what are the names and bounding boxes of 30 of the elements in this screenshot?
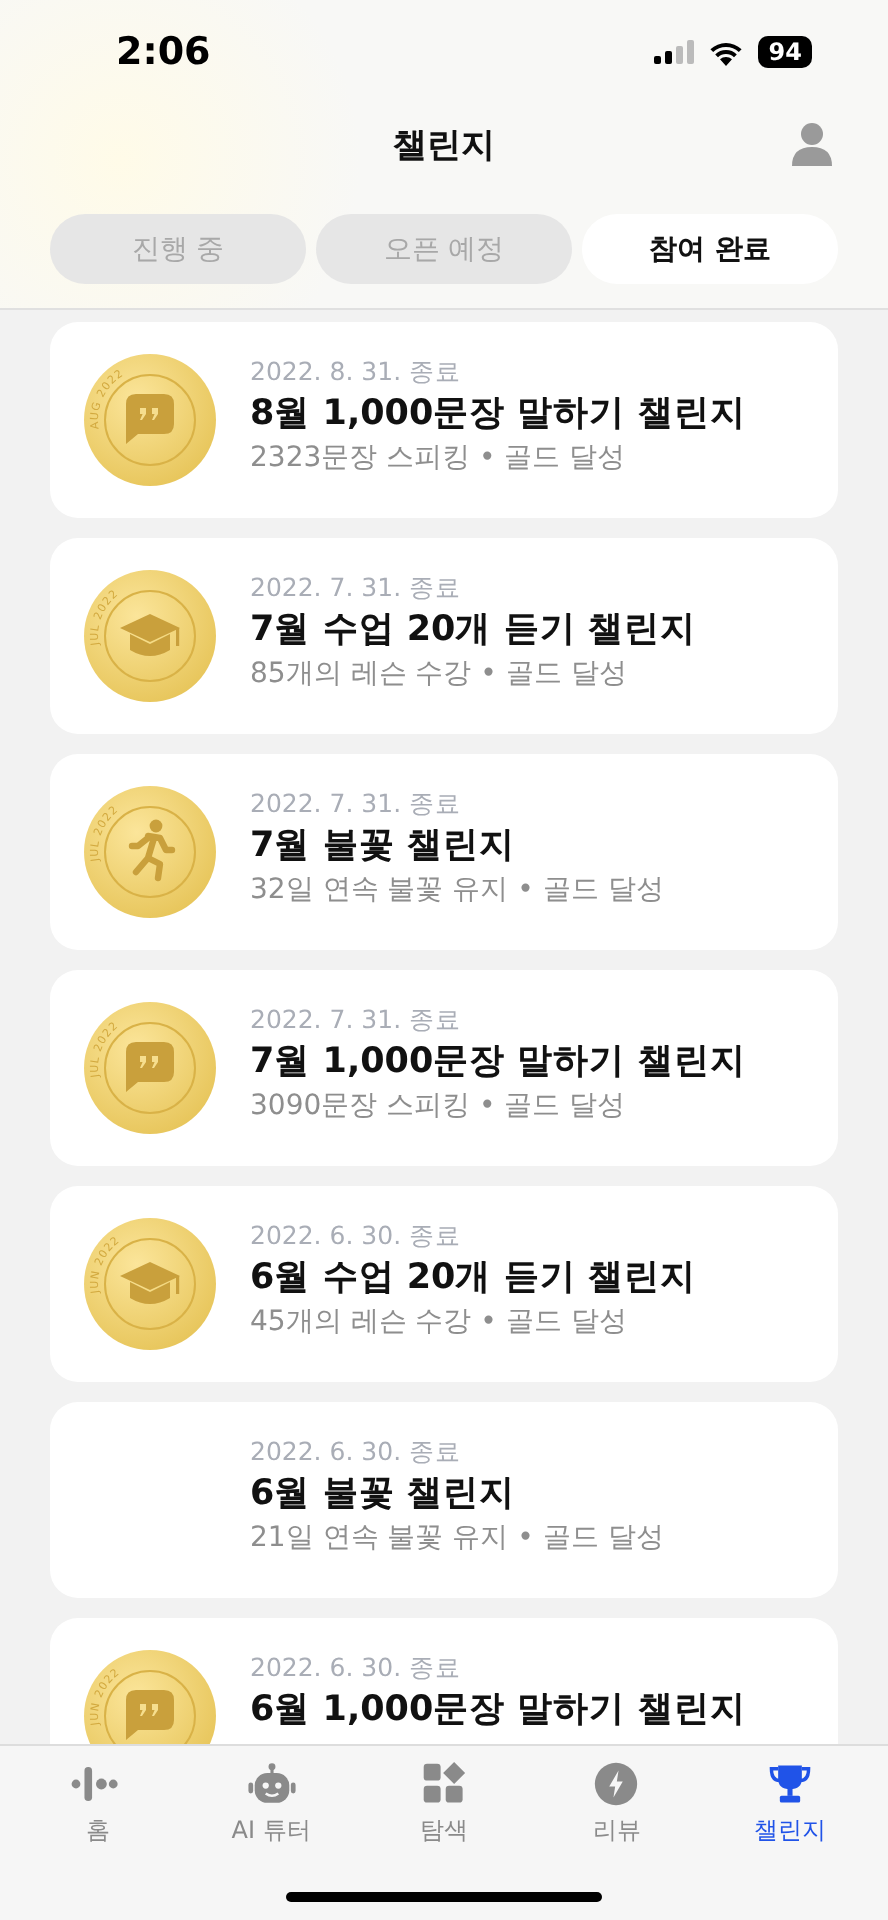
lightning-icon	[590, 1762, 643, 1806]
challenge-title: 8월 1,000문장 말하기 챌린지	[250, 392, 746, 436]
challenge-result: 3090문장 스피킹 • 골드 달성	[250, 1088, 628, 1124]
challenge-title: 7월 수업 20개 듣기 챌린지	[250, 608, 696, 652]
challenge-result: 85개의 레슨 수강 • 골드 달성	[250, 656, 629, 692]
end-date: 2022. 7. 31. 종료	[250, 1004, 464, 1036]
end-date: 2022. 7. 31. 종료	[250, 788, 464, 820]
tab-bar-item[interactable]: 챌린지	[719, 1746, 860, 1850]
challenge-title: 7월 불꽃 챌린지	[250, 824, 517, 868]
battery-indicator: 94	[758, 36, 812, 68]
end-date: 2022. 6. 30. 종료	[250, 1436, 464, 1468]
challenge-result: 45개의 레슨 수강 • 골드 달성	[250, 1304, 629, 1340]
challenge-title: 6월 불꽃 챌린지	[250, 1472, 517, 1516]
challenge-result: 21일 연속 불꽃 유지 • 골드 달성	[250, 1520, 664, 1556]
end-date: 2022. 6. 30. 종료	[250, 1652, 464, 1684]
challenge-title: 6월 1,000문장 말하기 챌린지	[250, 1688, 746, 1732]
end-date: 2022. 6. 30. 종료	[250, 1220, 464, 1252]
wifi-icon	[708, 39, 745, 65]
challenge-result: 32일 연속 불꽃 유지 • 골드 달성	[250, 872, 664, 908]
challenge-card[interactable]: 2022. 6. 30. 종료 6월 불꽃 챌린지 21일 연속 불꽃 유지 • 골드 달성	[50, 1402, 838, 1598]
filter-tab[interactable]: 참여 완료	[582, 214, 838, 284]
end-date: 2022. 7. 31. 종료	[250, 572, 464, 604]
challenge-title: 6월 수업 20개 듣기 챌린지	[250, 1256, 696, 1300]
signal-icon	[654, 40, 695, 64]
status-time: 2:06	[116, 30, 211, 74]
profile-icon[interactable]	[792, 122, 832, 166]
end-date: 2022. 8. 31. 종료	[250, 356, 464, 388]
challenge-result: 2323문장 스피킹 • 골드 달성	[250, 440, 628, 476]
page-title: 챌린지	[393, 123, 495, 167]
challenge-title: 7월 1,000문장 말하기 챌린지	[250, 1040, 746, 1084]
